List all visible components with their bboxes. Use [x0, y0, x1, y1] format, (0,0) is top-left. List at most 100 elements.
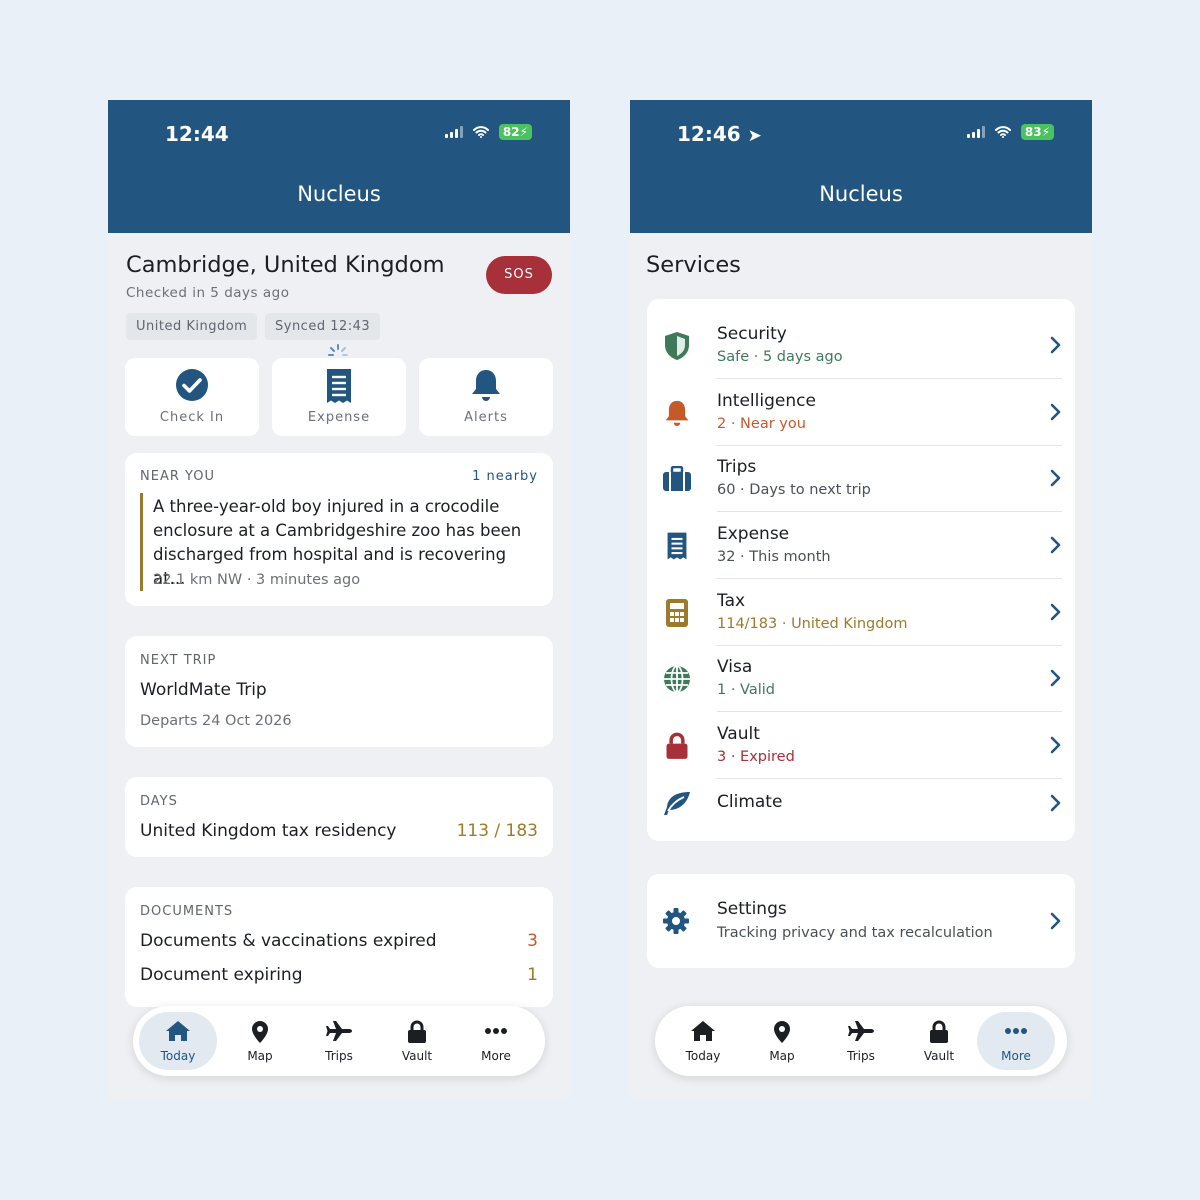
status-clock: 12:44 — [165, 122, 229, 146]
tab-trips[interactable]: Trips — [822, 1012, 900, 1070]
lock-icon — [408, 1020, 426, 1043]
chevron-right-icon — [1050, 469, 1061, 487]
battery-badge: 82⚡ — [498, 124, 532, 140]
documents-label: DOCUMENTS — [140, 904, 234, 919]
receipt-icon — [327, 369, 351, 403]
location-title: Cambridge, United Kingdom — [126, 252, 445, 278]
trip-departs: Departs 24 Oct 2026 — [140, 713, 292, 729]
tab-today[interactable]: Today — [664, 1012, 742, 1070]
documents-card[interactable]: DOCUMENTS Documents & vaccinations expir… — [125, 887, 553, 1007]
checked-in-status: Checked in 5 days ago — [126, 285, 290, 301]
lock-icon — [666, 732, 688, 759]
services-screen: 12:46 ➤ 83⚡ Nucleus Services Security Sa… — [630, 100, 1092, 1100]
home-icon — [166, 1021, 190, 1041]
tab-more-label: More — [1001, 1049, 1031, 1063]
next-trip-card[interactable]: NEXT TRIP WorldMate Trip Departs 24 Oct … — [125, 636, 553, 747]
chevron-right-icon — [1050, 536, 1061, 554]
service-title: Expense — [717, 524, 790, 544]
chevron-right-icon — [1050, 336, 1061, 354]
location-arrow-icon: ➤ — [747, 126, 762, 146]
tab-trips[interactable]: Trips — [300, 1012, 378, 1070]
service-title: Security — [717, 324, 787, 344]
tab-map-label: Map — [247, 1049, 273, 1063]
battery-badge: 83⚡ — [1020, 124, 1054, 140]
service-intelligence[interactable]: Intelligence 2 · Near you — [661, 380, 1062, 446]
map-pin-icon — [774, 1021, 790, 1043]
check-in-button[interactable]: Check In — [125, 358, 259, 436]
service-title: Intelligence — [717, 391, 816, 411]
nearby-count: 1 nearby — [472, 469, 538, 484]
service-trips[interactable]: Trips 60 · Days to next trip — [661, 446, 1062, 512]
expired-docs-label: Documents & vaccinations expired — [140, 931, 437, 951]
days-label: DAYS — [140, 794, 178, 809]
tab-vault-label: Vault — [923, 1049, 955, 1063]
next-trip-label: NEXT TRIP — [140, 653, 217, 668]
header: 12:44 82⚡ Nucleus — [108, 100, 570, 233]
app-title: Nucleus — [297, 182, 381, 206]
chevron-right-icon — [1050, 736, 1061, 754]
tab-more[interactable]: More — [457, 1012, 535, 1070]
tab-today[interactable]: Today — [139, 1012, 217, 1070]
signal-icon — [444, 126, 463, 138]
service-visa[interactable]: Visa 1 · Valid — [661, 646, 1062, 712]
service-title: Visa — [717, 657, 753, 677]
tab-map-label: Map — [769, 1049, 795, 1063]
more-dots-icon — [485, 1028, 507, 1034]
expense-label: Expense — [307, 410, 371, 425]
service-subtitle: Safe · 5 days ago — [717, 349, 843, 365]
plane-icon — [848, 1021, 874, 1041]
services-list: Security Safe · 5 days ago Intelligence … — [647, 299, 1075, 841]
expiring-docs-count: 1 — [527, 965, 538, 985]
chevron-right-icon — [1050, 403, 1061, 421]
wifi-icon — [472, 126, 489, 138]
tab-map[interactable]: Map — [221, 1012, 299, 1070]
service-vault[interactable]: Vault 3 · Expired — [661, 713, 1062, 779]
service-expense[interactable]: Expense 32 · This month — [661, 513, 1062, 579]
tab-more[interactable]: More — [977, 1012, 1055, 1070]
sos-button[interactable]: SOS — [486, 256, 552, 294]
check-in-label: Check In — [159, 410, 225, 425]
service-climate[interactable]: Climate — [661, 779, 1061, 829]
tax-residency-value: 113 / 183 — [456, 821, 538, 841]
tab-more-label: More — [481, 1049, 511, 1063]
tab-vault[interactable]: Vault — [378, 1012, 456, 1070]
service-title: Tax — [717, 591, 746, 611]
app-title: Nucleus — [819, 182, 903, 206]
service-subtitle: 2 · Near you — [717, 416, 806, 432]
tab-vault[interactable]: Vault — [900, 1012, 978, 1070]
check-circle-icon — [176, 369, 208, 401]
bell-icon — [665, 400, 689, 426]
expired-docs-count: 3 — [527, 931, 538, 951]
expense-button[interactable]: Expense — [272, 358, 406, 436]
settings-card[interactable]: Settings Tracking privacy and tax recalc… — [647, 874, 1075, 968]
chevron-right-icon — [1050, 912, 1061, 930]
country-chip: United Kingdom — [126, 313, 258, 340]
alert-meta: 22.1 km NW · 3 minutes ago — [153, 572, 361, 588]
tab-bar: Today Map Trips Vault More — [133, 1006, 545, 1076]
chevron-right-icon — [1050, 794, 1061, 812]
more-dots-icon — [1005, 1028, 1027, 1034]
tab-map[interactable]: Map — [743, 1012, 821, 1070]
trip-name: WorldMate Trip — [140, 680, 267, 700]
sync-chip: Synced 12:43 — [265, 313, 381, 340]
tab-trips-label: Trips — [847, 1049, 875, 1063]
tab-today-label: Today — [160, 1049, 196, 1063]
tab-bar: Today Map Trips Vault More — [655, 1006, 1067, 1076]
near-you-card[interactable]: NEAR YOU 1 nearby A three-year-old boy i… — [125, 453, 553, 606]
tab-trips-label: Trips — [325, 1049, 353, 1063]
alerts-button[interactable]: Alerts — [419, 358, 553, 436]
tab-vault-label: Vault — [401, 1049, 433, 1063]
chevron-right-icon — [1050, 603, 1061, 621]
service-tax[interactable]: Tax 114/183 · United Kingdom — [661, 580, 1062, 646]
days-card[interactable]: DAYS United Kingdom tax residency 113 / … — [125, 777, 553, 857]
calculator-icon — [666, 599, 688, 627]
service-subtitle: 32 · This month — [717, 549, 831, 565]
lock-icon — [930, 1020, 948, 1043]
tab-today-label: Today — [685, 1049, 721, 1063]
status-clock: 12:46 ➤ — [677, 122, 762, 146]
settings-subtitle: Tracking privacy and tax recalculation — [717, 925, 993, 941]
service-subtitle: 3 · Expired — [717, 749, 795, 765]
leaf-icon — [664, 792, 690, 815]
bell-icon — [472, 370, 500, 401]
service-security[interactable]: Security Safe · 5 days ago — [661, 313, 1062, 379]
